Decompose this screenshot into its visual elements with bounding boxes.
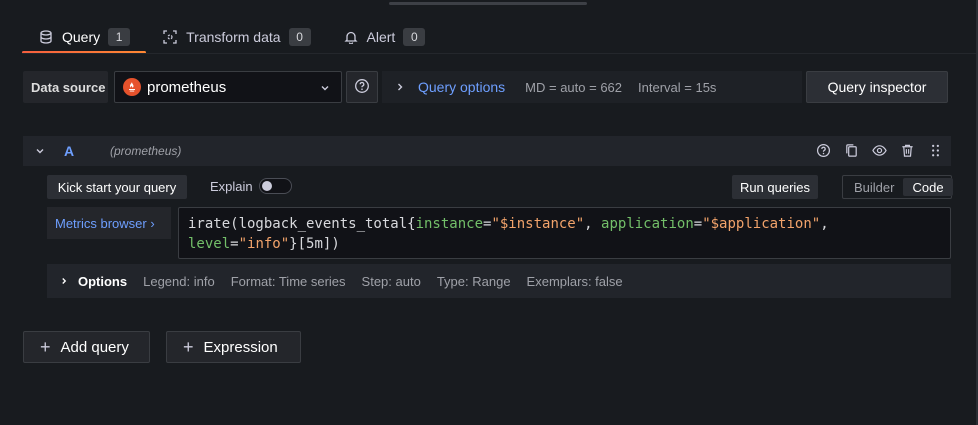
- run-queries-button[interactable]: Run queries: [732, 175, 818, 199]
- query-options-toggle[interactable]: Query options MD = auto = 662 Interval =…: [382, 71, 802, 103]
- options-exemplars: Exemplars: false: [526, 273, 623, 289]
- tab-query-count: 1: [108, 28, 131, 46]
- query-line-1: irate(logback_events_total{instance = "$in…: [188, 214, 941, 234]
- datasource-name: prometheus: [147, 78, 227, 96]
- datasource-help-button[interactable]: [346, 71, 378, 103]
- query-options-interval: Interval = 15s: [638, 79, 717, 95]
- transform-icon: [162, 29, 178, 45]
- tab-alert-count: 0: [403, 28, 426, 46]
- query-code-editor[interactable]: irate(logback_events_total{instance = "$in…: [178, 207, 951, 259]
- tab-alert-label: Alert: [366, 29, 396, 45]
- trash-icon[interactable]: [899, 142, 915, 158]
- mode-code[interactable]: Code: [903, 178, 953, 196]
- query-row-header: A (prometheus): [23, 136, 951, 166]
- query-label-value: "$instance": [491, 216, 585, 232]
- query-row-actions: [815, 142, 943, 158]
- tab-transform-label: Transform data: [186, 29, 281, 45]
- datasource-label: Data source: [23, 71, 108, 103]
- copy-icon[interactable]: [843, 142, 859, 158]
- tab-transform[interactable]: Transform data 0: [146, 20, 326, 54]
- chevron-down-icon[interactable]: [34, 145, 46, 157]
- editor-tabs: Query 1 Transform data 0 Alert 0: [22, 20, 441, 54]
- bell-icon: [343, 29, 359, 45]
- plus-icon: +: [40, 337, 51, 357]
- question-circle-icon[interactable]: [815, 142, 831, 158]
- add-query-button[interactable]: + Add query: [23, 331, 150, 363]
- add-expression-label: Expression: [203, 338, 278, 356]
- options-title: Options: [78, 273, 128, 289]
- question-circle-icon: [354, 78, 370, 97]
- resize-handle[interactable]: [389, 2, 587, 5]
- query-token: =: [230, 236, 239, 252]
- mode-builder[interactable]: Builder: [845, 178, 903, 196]
- query-ref-id[interactable]: A: [64, 143, 94, 159]
- add-expression-button[interactable]: + Expression: [166, 331, 301, 363]
- explain-toggle-knob: [262, 181, 272, 191]
- query-datasource-name: (prometheus): [110, 144, 182, 158]
- metrics-browser-button[interactable]: Metrics browser ›: [47, 207, 171, 239]
- query-line-2: level="info"}[5m]): [188, 234, 941, 254]
- options-type: Type: Range: [436, 273, 511, 289]
- options-step: Step: auto: [361, 273, 421, 289]
- tab-query[interactable]: Query 1: [22, 20, 147, 54]
- query-inspector-button[interactable]: Query inspector: [806, 71, 948, 103]
- explain-toggle[interactable]: [259, 178, 292, 194]
- add-query-label: Add query: [60, 338, 129, 356]
- chevron-right-icon: [394, 81, 406, 93]
- eye-icon[interactable]: [871, 142, 887, 158]
- database-icon: [38, 29, 54, 45]
- tabs-divider: [22, 53, 976, 54]
- kick-start-button[interactable]: Kick start your query: [47, 175, 187, 199]
- drag-handle-icon[interactable]: [927, 142, 943, 158]
- query-token: }[5m]): [289, 236, 340, 252]
- query-options-md: MD = auto = 662: [525, 79, 623, 95]
- query-token: irate(logback_events_total{: [188, 216, 416, 232]
- query-token: ,: [584, 216, 602, 232]
- query-token: ,: [820, 216, 829, 232]
- datasource-select[interactable]: prometheus: [114, 71, 342, 103]
- query-token: =: [693, 216, 703, 232]
- options-format: Format: Time series: [230, 273, 346, 289]
- query-label-value: "$application": [702, 216, 821, 232]
- editor-mode-toggle: Builder Code: [842, 175, 953, 199]
- chevron-down-icon: [319, 81, 331, 93]
- prometheus-icon: [123, 78, 141, 96]
- plus-icon: +: [183, 337, 194, 357]
- tab-alert[interactable]: Alert 0: [327, 20, 442, 54]
- query-label-key: level: [188, 236, 231, 252]
- query-label-value: "info": [238, 236, 290, 252]
- tab-query-label: Query: [62, 29, 101, 45]
- query-options-title: Query options: [418, 79, 506, 95]
- query-options-row[interactable]: Options Legend: info Format: Time series…: [47, 264, 951, 298]
- explain-label: Explain: [210, 179, 253, 194]
- tab-transform-count: 0: [288, 28, 311, 46]
- chevron-right-icon: [59, 276, 69, 286]
- query-label-key: instance: [415, 216, 484, 232]
- options-legend: Legend: info: [143, 273, 215, 289]
- query-label-key: application: [601, 216, 694, 232]
